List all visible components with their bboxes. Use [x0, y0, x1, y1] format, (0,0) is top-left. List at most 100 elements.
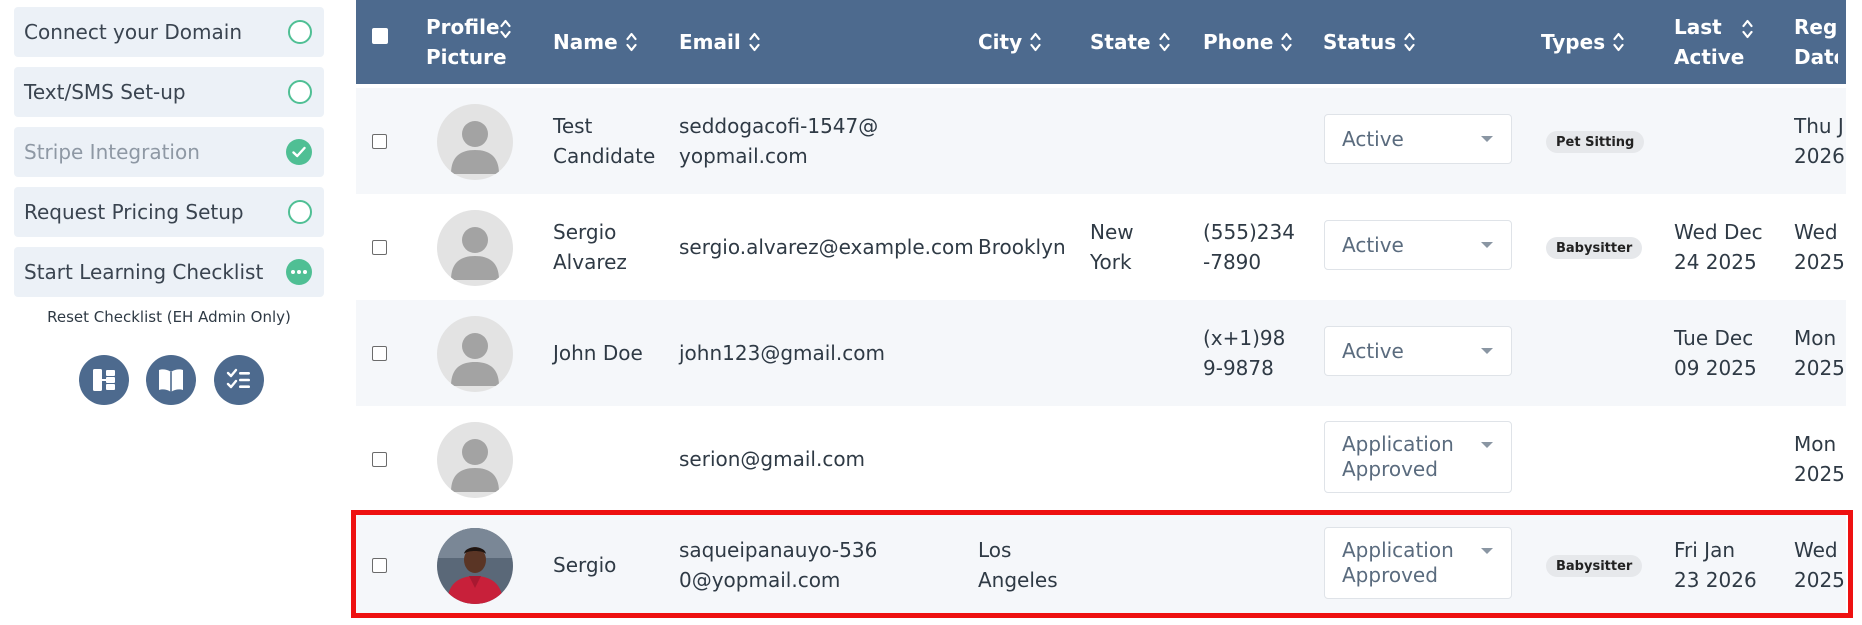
onboarding-sidebar: Connect your Domain Text/SMS Set-up Stri…: [0, 0, 340, 625]
book-icon: [159, 369, 183, 392]
sitemap-button[interactable]: [79, 355, 129, 405]
sort-icon: [1030, 31, 1041, 53]
cell-email: serion@gmail.com: [679, 447, 866, 471]
column-header-state[interactable]: State: [1090, 0, 1170, 84]
cell-last-active: Wed Dec 24 2025: [1674, 220, 1763, 274]
column-label: Phone: [1203, 30, 1274, 54]
column-label: City: [978, 30, 1023, 54]
column-header-status[interactable]: Status: [1323, 0, 1415, 84]
avatar-placeholder: [437, 422, 513, 498]
cell-name: Sergio Alvarez: [553, 220, 627, 274]
column-label: Profile Picture: [426, 15, 507, 69]
column-label: Regis Date: [1794, 15, 1838, 69]
checklist-button[interactable]: [214, 355, 264, 405]
row-checkbox[interactable]: [372, 452, 387, 467]
cell-city: Brooklyn: [978, 235, 1066, 259]
column-header-registration-date[interactable]: Regis Date: [1794, 0, 1838, 84]
column-label: Types: [1541, 30, 1606, 54]
table-header: Profile Picture Name Email City State Ph…: [356, 0, 1846, 84]
column-header-types[interactable]: Types: [1541, 0, 1624, 84]
select-all-checkbox[interactable]: [372, 28, 388, 44]
caret-down-icon: [1481, 136, 1493, 142]
avatar-placeholder: [437, 316, 513, 392]
cell-last-active: Fri Jan 23 2026: [1674, 538, 1757, 592]
book-button[interactable]: [146, 355, 196, 405]
column-label: Last Active: [1674, 15, 1745, 69]
table-row[interactable]: Sergio Alvarez sergio.alvarez@example.co…: [356, 194, 1846, 300]
checklist-item-pricing[interactable]: Request Pricing Setup: [14, 187, 324, 237]
cell-registration-date: Mon 2025: [1794, 432, 1845, 486]
row-checkbox[interactable]: [372, 346, 387, 361]
cell-email: john123@gmail.com: [679, 341, 885, 365]
column-header-name[interactable]: Name: [553, 0, 637, 84]
table-row[interactable]: John Doe john123@gmail.com (x+1)989-9878…: [356, 300, 1846, 406]
checklist-item-stripe[interactable]: Stripe Integration: [14, 127, 324, 177]
table-row[interactable]: serion@gmail.com Application Approved Mo…: [356, 406, 1846, 512]
cell-name: Test Candidate: [553, 114, 656, 168]
status-value: Application Approved: [1342, 432, 1454, 481]
column-header-last-active[interactable]: Last Active: [1674, 0, 1753, 84]
status-value: Active: [1342, 232, 1404, 257]
status-dropdown[interactable]: Active: [1324, 114, 1512, 164]
table-row-highlighted[interactable]: Sergio saqueipanauyo-5360@yopmail.com Lo…: [356, 512, 1846, 618]
status-dropdown[interactable]: Active: [1324, 326, 1512, 376]
sort-icon: [1158, 31, 1170, 53]
cell-registration-date: Wed 2025: [1794, 538, 1845, 592]
avatar-placeholder: [437, 210, 513, 286]
caret-down-icon: [1481, 348, 1493, 354]
status-dropdown[interactable]: Active: [1324, 220, 1512, 270]
row-checkbox[interactable]: [372, 134, 387, 149]
reset-checklist-link[interactable]: Reset Checklist (EH Admin Only): [14, 308, 324, 326]
check-circle-icon: [286, 139, 312, 165]
status-dropdown[interactable]: Application Approved: [1324, 421, 1512, 493]
checklist-item-label: Connect your Domain: [24, 20, 242, 44]
table-row[interactable]: Test Candidate seddogacofi-1547@yopmail.…: [356, 88, 1846, 194]
column-header-phone[interactable]: Phone: [1203, 0, 1293, 84]
sort-icon: [626, 31, 637, 53]
checklist-item-sms-setup[interactable]: Text/SMS Set-up: [14, 67, 324, 117]
checklist-icon: [226, 368, 250, 389]
checklist-item-label: Stripe Integration: [24, 140, 200, 164]
checklist-item-learning[interactable]: Start Learning Checklist: [14, 247, 324, 297]
checklist-item-label: Start Learning Checklist: [24, 260, 264, 284]
row-checkbox[interactable]: [372, 558, 387, 573]
cell-registration-date: Thu J 2026: [1794, 114, 1845, 168]
sort-icon: [500, 18, 511, 40]
column-label: Status: [1323, 30, 1397, 54]
checklist-item-connect-domain[interactable]: Connect your Domain: [14, 7, 324, 57]
empty-circle-icon: [288, 80, 312, 104]
column-header-city[interactable]: City: [978, 0, 1041, 84]
avatar-photo: [437, 528, 513, 604]
row-checkbox[interactable]: [372, 240, 387, 255]
cell-email: saqueipanauyo-5360@yopmail.com: [679, 538, 878, 592]
sort-icon: [1404, 31, 1415, 53]
column-label: State: [1090, 30, 1151, 54]
candidates-table: Profile Picture Name Email City State Ph…: [356, 0, 1846, 625]
status-value: Application Approved: [1342, 538, 1454, 587]
cell-email: seddogacofi-1547@yopmail.com: [679, 114, 879, 168]
cell-registration-date: Wed 2025: [1794, 220, 1845, 274]
cell-phone: (x+1)989-9878: [1203, 326, 1286, 380]
cell-city: Los Angeles: [978, 538, 1058, 592]
column-label: Email: [679, 30, 741, 54]
type-badge: Babysitter: [1546, 555, 1643, 577]
column-header-profile-picture[interactable]: Profile Picture: [426, 0, 511, 84]
cell-phone: (555)234-7890: [1203, 220, 1295, 274]
status-dropdown[interactable]: Application Approved: [1324, 527, 1512, 599]
sitemap-icon: [93, 369, 115, 391]
avatar-placeholder: [437, 104, 513, 180]
sort-icon: [1613, 31, 1624, 53]
cell-name: John Doe: [553, 341, 643, 365]
cell-state: New York: [1090, 220, 1134, 274]
cell-email: sergio.alvarez@example.com: [679, 235, 974, 259]
status-value: Active: [1342, 338, 1404, 363]
type-badge: Babysitter: [1546, 237, 1643, 259]
empty-circle-icon: [288, 20, 312, 44]
cell-last-active: Tue Dec 09 2025: [1674, 326, 1757, 380]
caret-down-icon: [1481, 242, 1493, 248]
empty-circle-icon: [288, 200, 312, 224]
status-value: Active: [1342, 126, 1404, 151]
cell-registration-date: Mon 2025: [1794, 326, 1845, 380]
column-header-email[interactable]: Email: [679, 0, 760, 84]
checklist-item-label: Request Pricing Setup: [24, 200, 244, 224]
